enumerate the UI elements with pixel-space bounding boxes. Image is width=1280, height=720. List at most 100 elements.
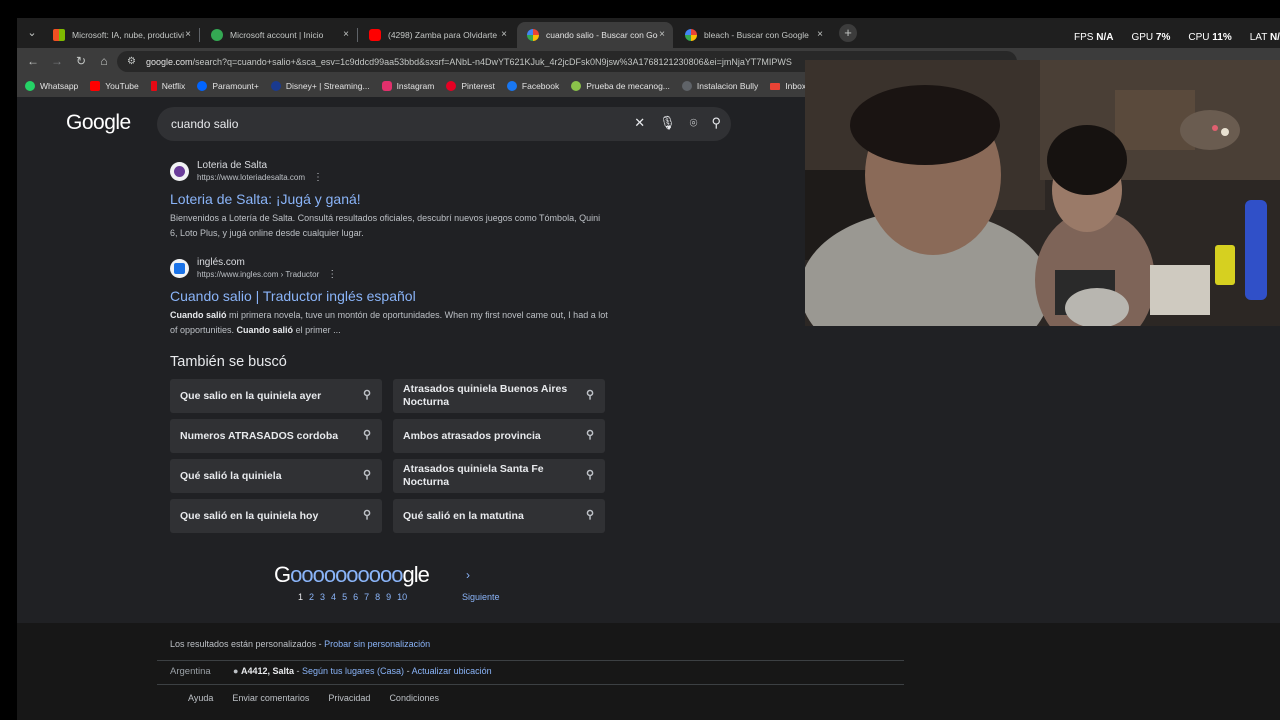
try-without-personalization-link[interactable]: Probar sin personalización: [324, 639, 430, 649]
back-arrow-icon[interactable]: ←: [25, 54, 41, 68]
result-source[interactable]: inglés.com https://www.ingles.com › Trad…: [170, 257, 610, 280]
bookmark-whatsapp[interactable]: Whatsapp: [25, 81, 78, 91]
microphone-icon[interactable]: 🎙︎: [659, 115, 676, 131]
bookmark-bully[interactable]: Instalacion Bully: [681, 81, 758, 91]
disney-icon: [270, 81, 281, 91]
related-search-chip[interactable]: Atrasados quiniela Santa Fe Nocturna ⚲: [393, 459, 605, 493]
bookmark-typing-test[interactable]: Prueba de mecanog...: [571, 81, 670, 91]
site-settings-icon[interactable]: ⚙: [127, 56, 136, 67]
update-location-link[interactable]: Actualizar ubicación: [412, 666, 492, 676]
tab-search-chevron-icon[interactable]: ⌄: [23, 24, 41, 42]
cpu-stat: CPU 11%: [1188, 32, 1232, 43]
result-title-link[interactable]: Loteria de Salta: ¡Jugá y ganá!: [170, 190, 610, 208]
related-search-chip[interactable]: Numeros ATRASADOS cordoba ⚲: [170, 419, 382, 453]
tab-title: Microsoft: IA, nube, productividad: [72, 30, 184, 40]
related-search-chip[interactable]: Qué salió en la matutina ⚲: [393, 499, 605, 533]
forward-arrow-icon[interactable]: →: [49, 54, 65, 68]
search-icon: ⚲: [585, 469, 594, 481]
related-search-chip[interactable]: Que salió en la quiniela hoy ⚲: [170, 499, 382, 533]
globe-favicon-icon: [211, 29, 223, 41]
terms-link[interactable]: Condiciones: [389, 693, 439, 703]
page-link[interactable]: 7: [364, 592, 369, 602]
page-link[interactable]: 4: [331, 592, 336, 602]
home-icon[interactable]: ⌂: [96, 54, 112, 68]
result-site-name: inglés.com: [197, 257, 245, 268]
page-current: 1: [298, 592, 304, 602]
bookmark-instagram[interactable]: Instagram: [381, 81, 434, 91]
page-link[interactable]: 3: [320, 592, 325, 602]
search-box[interactable]: ✕ 🎙︎ ⌾ ⚲: [157, 107, 731, 141]
new-tab-button[interactable]: +: [839, 24, 857, 42]
result-snippet: Cuando salió mi primera novela, tuve un …: [170, 310, 608, 335]
gmail-icon: [770, 82, 781, 90]
tab-cuando-salio[interactable]: cuando salio - Buscar con Google ×: [517, 22, 673, 48]
bookmark-youtube[interactable]: YouTube: [90, 81, 139, 91]
loteria-favicon-icon: [170, 162, 189, 181]
bookmark-netflix[interactable]: Netflix: [150, 81, 185, 91]
tab-close-icon[interactable]: ×: [343, 29, 349, 41]
tab-microsoft-account[interactable]: Microsoft account | Inicio ×: [201, 22, 357, 48]
feedback-link[interactable]: Enviar comentarios: [232, 693, 309, 703]
more-options-icon[interactable]: ⋮: [313, 172, 323, 183]
tab-close-icon[interactable]: ×: [501, 29, 507, 41]
youtube-favicon-icon: [369, 29, 381, 41]
bookmark-pinterest[interactable]: Pinterest: [446, 81, 495, 91]
result-title-link[interactable]: Cuando salio | Traductor inglés español: [170, 287, 610, 305]
bookmark-disney[interactable]: Disney+ | Streaming...: [270, 81, 370, 91]
next-page-link[interactable]: Siguiente: [462, 592, 500, 602]
tab-youtube[interactable]: (4298) Zamba para Olvidarte - YouTube ×: [359, 22, 515, 48]
bookmark-paramount[interactable]: Paramount+: [197, 81, 259, 91]
youtube-icon: [90, 81, 101, 91]
url-text: google.com/search?q=cuando+salio+&sca_es…: [145, 56, 792, 67]
page-link[interactable]: 8: [375, 592, 380, 602]
search-icon: ⚲: [585, 389, 594, 401]
related-search-chip[interactable]: Qué salió la quiniela ⚲: [170, 459, 382, 493]
page-link[interactable]: 6: [353, 592, 358, 602]
typing-test-icon: [571, 81, 582, 91]
related-search-chip[interactable]: Ambos atrasados provincia ⚲: [393, 419, 605, 453]
location-source-link[interactable]: Según tus lugares (Casa): [302, 666, 404, 676]
lens-camera-icon[interactable]: ⌾: [690, 115, 698, 131]
page-link[interactable]: 5: [342, 592, 347, 602]
tab-close-icon[interactable]: ×: [659, 29, 665, 41]
more-options-icon[interactable]: ⋮: [327, 269, 337, 280]
paramount-icon: [197, 81, 208, 91]
tab-title: Microsoft account | Inicio: [230, 30, 324, 40]
tab-close-icon[interactable]: ×: [185, 29, 191, 41]
pinterest-icon: [446, 81, 457, 91]
tab-title: bleach - Buscar con Google: [704, 30, 809, 40]
page-link[interactable]: 9: [386, 592, 391, 602]
tab-bleach[interactable]: bleach - Buscar con Google ×: [675, 22, 831, 48]
tab-close-icon[interactable]: ×: [817, 29, 823, 41]
search-icon: ⚲: [362, 509, 371, 521]
search-icon[interactable]: ⚲: [711, 115, 721, 131]
footer-links: Ayuda Enviar comentarios Privacidad Cond…: [188, 693, 439, 703]
tab-title: (4298) Zamba para Olvidarte - YouTube: [388, 30, 500, 40]
footer-divider: [157, 684, 904, 685]
search-input[interactable]: [171, 117, 601, 131]
google-logo[interactable]: Google: [66, 111, 131, 135]
netflix-icon: [150, 81, 157, 91]
privacy-link[interactable]: Privacidad: [328, 693, 370, 703]
bookmark-facebook[interactable]: Facebook: [506, 81, 559, 91]
chevron-right-icon[interactable]: ›: [466, 568, 470, 582]
clear-icon[interactable]: ✕: [634, 115, 645, 131]
related-search-chip[interactable]: Atrasados quiniela Buenos Aires Nocturna…: [393, 379, 605, 413]
tab-microsoft[interactable]: Microsoft: IA, nube, productividad ×: [43, 22, 199, 48]
search-box-actions: ✕ 🎙︎ ⌾ ⚲: [634, 115, 721, 131]
tab-separator: [357, 28, 358, 42]
fps-stat: FPS N/A: [1074, 32, 1114, 43]
screen-top-band: [0, 0, 1280, 18]
result-source[interactable]: Loteria de Salta https://www.loteriadesa…: [170, 160, 610, 183]
webcam-scene: [805, 60, 1280, 326]
location-dot-icon: ●: [233, 666, 239, 676]
footer-location: ● A4412, Salta - Según tus lugares (Casa…: [233, 666, 492, 676]
related-search-chip[interactable]: Que salio en la quiniela ayer ⚲: [170, 379, 382, 413]
help-link[interactable]: Ayuda: [188, 693, 213, 703]
result-url: https://www.loteriadesalta.com ⋮: [197, 172, 324, 183]
related-searches-heading: También se buscó: [170, 354, 287, 370]
search-result: Loteria de Salta https://www.loteriadesa…: [170, 160, 610, 241]
reload-icon[interactable]: ↻: [73, 54, 89, 68]
page-link[interactable]: 2: [309, 592, 314, 602]
page-link[interactable]: 10: [397, 592, 407, 602]
